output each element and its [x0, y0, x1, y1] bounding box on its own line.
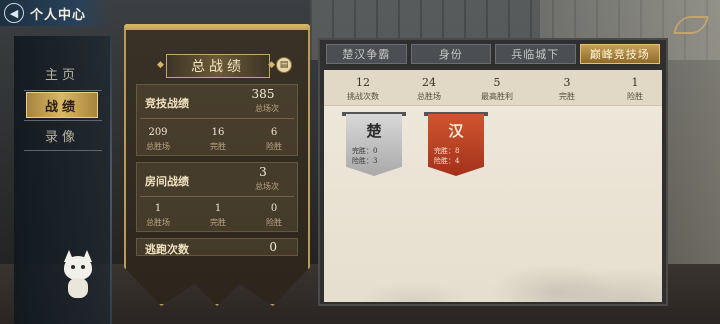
- tab-peak-arena[interactable]: 巅峰竞技场: [579, 44, 660, 64]
- faction-flag-han[interactable]: 汉 完胜：8 险胜：4: [428, 114, 484, 176]
- room-stats: 房间战绩 3 总场次 1 总胜场 1 完胜 0 险胜: [136, 162, 298, 232]
- book-icon[interactable]: ▤: [276, 57, 292, 73]
- escape-count-row: 逃跑次数 0: [136, 238, 298, 256]
- competitive-stats: 竞技战绩 385 总场次 209 总胜场 16 完胜 6 险胜: [136, 84, 298, 156]
- room-flawless: 1 完胜: [210, 203, 226, 227]
- block-divider: [140, 118, 294, 119]
- nav-item-home[interactable]: 主页: [26, 60, 98, 86]
- competitive-narrow: 6 险胜: [266, 127, 282, 151]
- back-icon[interactable]: ◀: [4, 3, 24, 23]
- nav-divider: [24, 120, 102, 121]
- tab-siege[interactable]: 兵临城下: [495, 44, 576, 64]
- competitive-flawless: 16 完胜: [210, 127, 226, 151]
- ink-mountains: [324, 212, 662, 302]
- room-narrow: 0 险胜: [266, 203, 282, 227]
- room-total-label: 总场次: [255, 182, 279, 191]
- faction-flag-chu[interactable]: 楚 完胜：0 险胜：3: [346, 114, 402, 176]
- room-title: 房间战绩: [145, 175, 189, 188]
- arena-stat-narrow: 1 险胜: [627, 76, 643, 101]
- mascot-character[interactable]: [60, 250, 96, 300]
- competitive-total-label: 总场次: [255, 104, 279, 113]
- tab-chu-han[interactable]: 楚汉争霸: [326, 44, 407, 64]
- arena-stat-best-streak: 5 最高胜利: [481, 76, 513, 101]
- summary-title: 总战绩: [157, 54, 279, 78]
- tab-identity[interactable]: 身份: [410, 44, 491, 64]
- arena-summary: 12 挑战次数 24 总胜场 5 最高胜利 3 完胜 1 险胜: [324, 70, 662, 106]
- arena-stat-wins: 24 总胜场: [417, 76, 441, 101]
- arena-stat-challenges: 12 挑战次数: [347, 76, 379, 101]
- arena-content: 12 挑战次数 24 总胜场 5 最高胜利 3 完胜 1 险胜 楚 完胜：0 险…: [324, 70, 662, 302]
- page-title: 个人中心: [30, 7, 87, 23]
- nav-divider: [24, 90, 102, 91]
- competitive-total-value: 385: [251, 87, 275, 101]
- competitive-wins: 209 总胜场: [146, 127, 170, 151]
- room-wins: 1 总胜场: [146, 203, 170, 227]
- escape-label: 逃跑次数: [145, 243, 189, 256]
- escape-value: 0: [269, 240, 277, 254]
- nav-item-record[interactable]: 战绩: [26, 92, 98, 118]
- nav-divider: [24, 150, 102, 151]
- title-bar: ◀ 个人中心: [0, 0, 110, 26]
- mode-tabs: 楚汉争霸 身份 兵临城下 巅峰竞技场: [326, 44, 660, 64]
- nav-item-replay[interactable]: 录像: [26, 122, 98, 148]
- block-divider: [140, 196, 294, 197]
- arena-stat-flawless: 3 完胜: [559, 76, 575, 101]
- room-total-value: 3: [259, 165, 267, 179]
- competitive-title: 竞技战绩: [145, 97, 189, 110]
